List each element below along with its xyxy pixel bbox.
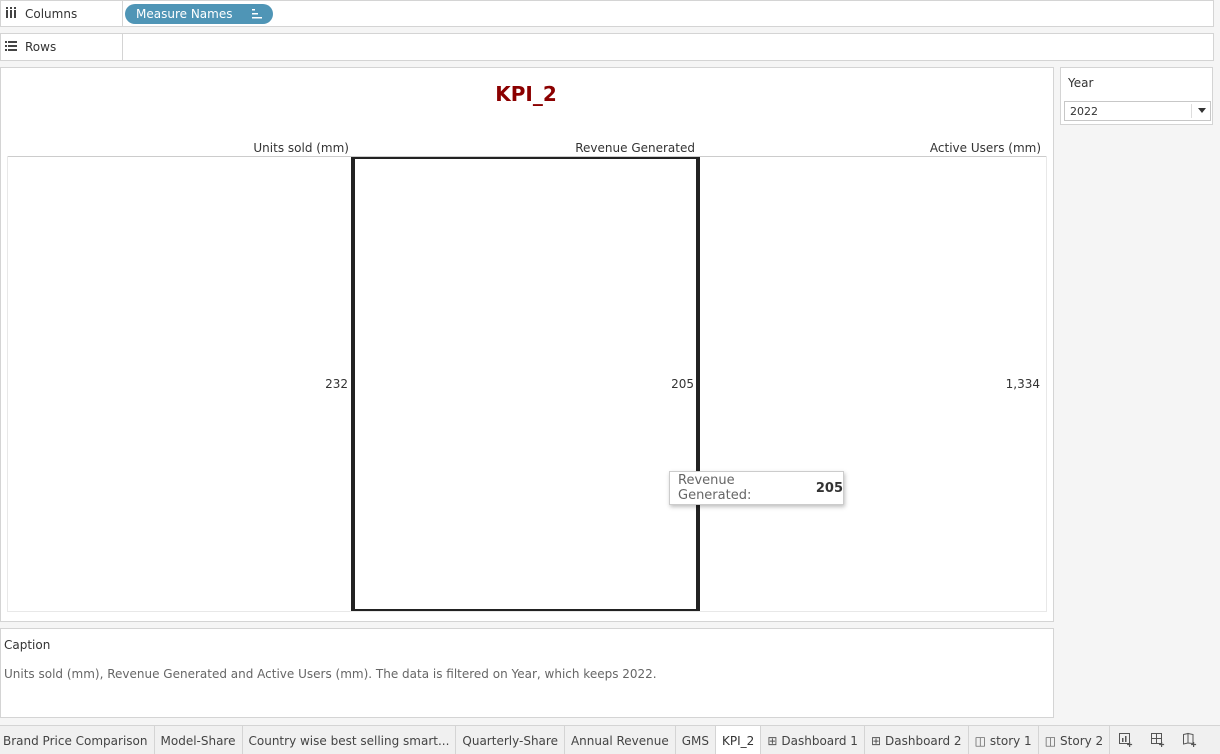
tab-annual-revenue[interactable]: Annual Revenue [565, 726, 676, 754]
grid-line-bottom [7, 611, 1047, 612]
tab-label: Model-Share [160, 734, 236, 748]
columns-shelf-label: Columns [1, 1, 123, 26]
tab-label: Brand Price Comparison [3, 734, 148, 748]
tab-brand-price-comparison[interactable]: Brand Price Comparison [0, 726, 155, 754]
tab-label: GMS [681, 734, 710, 748]
tab-kpi-2[interactable]: KPI_2 [716, 726, 762, 754]
rows-icon [5, 40, 19, 55]
tab-label: Dashboard 2 [885, 734, 962, 748]
caption-panel: Caption Units sold (mm), Revenue Generat… [0, 628, 1054, 718]
story-icon: ◫ [974, 734, 986, 748]
caption-heading: Caption [4, 638, 51, 652]
grid-line-right [1046, 156, 1047, 612]
story-icon: ◫ [1044, 734, 1057, 748]
columns-icon [5, 6, 19, 21]
rows-shelf[interactable]: Rows [0, 33, 1214, 61]
tab-quarterly-share[interactable]: Quarterly-Share [456, 726, 565, 754]
tab-story-1[interactable]: ◫ story 1 [969, 726, 1039, 754]
viz-pane[interactable]: KPI_2 Units sold (mm) Revenue Generated … [0, 67, 1054, 622]
value-active-users[interactable]: 1,334 [699, 377, 1040, 391]
tab-label: KPI_2 [722, 734, 755, 748]
dashboard-icon: ⊞ [767, 734, 778, 748]
tab-dashboard-2[interactable]: ⊞ Dashboard 2 [865, 726, 969, 754]
tab-label: story 1 [989, 734, 1032, 748]
column-header-active-users[interactable]: Active Users (mm) [699, 141, 1041, 155]
tab-label: Country wise best selling smart... [248, 734, 450, 748]
column-header-revenue-generated[interactable]: Revenue Generated [353, 141, 695, 155]
tab-label: Annual Revenue [570, 734, 669, 748]
year-dropdown-value: 2022 [1070, 105, 1098, 118]
tab-label: Story 2 [1060, 734, 1104, 748]
tab-label: Dashboard 1 [781, 734, 858, 748]
columns-shelf[interactable]: Columns Measure Names [0, 0, 1214, 27]
dashboard-icon: ⊞ [870, 734, 881, 748]
tab-gms[interactable]: GMS [676, 726, 717, 754]
tab-dashboard-1[interactable]: ⊞ Dashboard 1 [761, 726, 865, 754]
columns-label: Columns [25, 6, 78, 21]
rows-shelf-label: Rows [1, 34, 123, 60]
year-filter-card: Year 2022 [1060, 67, 1213, 125]
selection-border-bottom [351, 609, 700, 611]
tooltip-value: 205 [815, 480, 843, 496]
tab-story-2[interactable]: ◫ Story 2 [1039, 726, 1111, 754]
pill-label: Measure Names [136, 7, 233, 21]
chevron-down-icon[interactable] [1198, 108, 1206, 113]
filter-title: Year [1068, 76, 1094, 90]
tooltip: Revenue Generated: 205 [669, 471, 844, 505]
value-revenue-generated[interactable]: 205 [355, 377, 694, 391]
sheet-title: KPI_2 [495, 82, 557, 106]
new-dashboard-icon[interactable] [1142, 726, 1174, 754]
tab-country-wise[interactable]: Country wise best selling smart... [243, 726, 457, 754]
selection-border-top [351, 157, 700, 159]
new-story-icon[interactable] [1174, 726, 1206, 754]
measure-names-pill[interactable]: Measure Names [125, 4, 273, 24]
tab-model-share[interactable]: Model-Share [155, 726, 243, 754]
rows-label: Rows [25, 40, 57, 54]
tab-label: Quarterly-Share [462, 734, 558, 748]
year-dropdown[interactable]: 2022 [1064, 101, 1211, 121]
sort-icon[interactable] [251, 8, 263, 20]
tooltip-key: Revenue Generated: [678, 473, 752, 503]
value-units-sold[interactable]: 232 [7, 377, 348, 391]
dropdown-separator [1191, 104, 1192, 118]
sheet-tab-bar: Brand Price Comparison Model-Share Count… [0, 725, 1220, 754]
caption-text: Units sold (mm), Revenue Generated and A… [4, 667, 657, 681]
new-worksheet-icon[interactable] [1110, 726, 1142, 754]
column-header-units-sold[interactable]: Units sold (mm) [7, 141, 349, 155]
